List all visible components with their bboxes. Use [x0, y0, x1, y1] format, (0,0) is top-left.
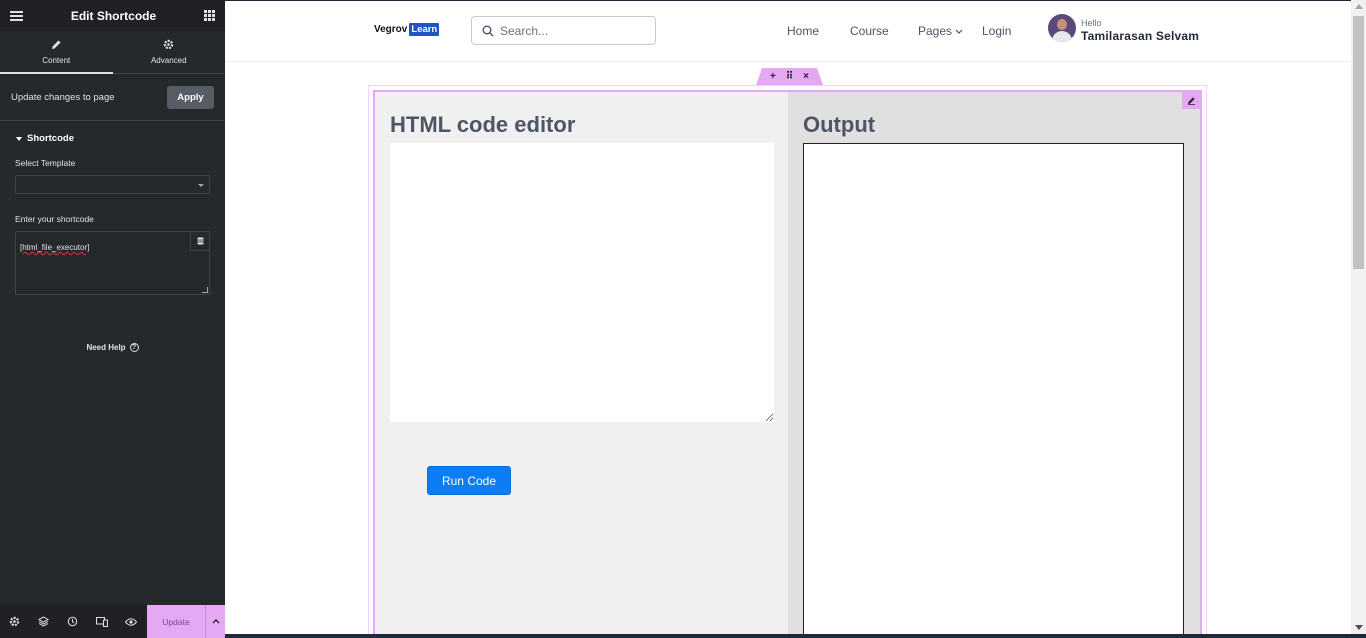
search-icon	[482, 25, 494, 36]
scroll-up-arrow-icon[interactable]	[1355, 4, 1363, 9]
eye-icon	[124, 617, 137, 626]
apply-button[interactable]: Apply	[167, 85, 214, 109]
history-icon	[67, 616, 78, 627]
panel-title: Edit Shortcode	[70, 8, 157, 23]
update-button[interactable]: Update	[147, 605, 205, 638]
widgets-grid-icon[interactable]	[204, 10, 215, 21]
user-name[interactable]: Tamilarasan Selvam	[1081, 29, 1199, 43]
apply-row: Update changes to page Apply	[0, 74, 225, 120]
shortcode-label: Enter your shortcode	[15, 214, 94, 224]
edit-widget-button[interactable]	[1182, 91, 1200, 109]
preview-button[interactable]	[116, 605, 145, 638]
select-template-dropdown[interactable]	[15, 175, 210, 194]
chevron-down-icon	[955, 29, 963, 34]
dynamic-tags-button[interactable]	[190, 232, 209, 251]
settings-button[interactable]	[0, 605, 29, 638]
hamburger-menu-icon[interactable]	[10, 10, 23, 21]
question-icon: ?	[129, 343, 139, 352]
pencil-icon	[51, 40, 61, 49]
need-help-link[interactable]: Need Help ?	[0, 343, 225, 352]
nav-pages[interactable]: Pages	[918, 24, 963, 38]
panel-tabs: Content Advanced	[0, 31, 225, 74]
shortcode-value: [html_file_executor]	[20, 243, 90, 252]
settings-gear-icon	[9, 616, 20, 627]
apply-row-label: Update changes to page	[11, 91, 115, 103]
database-icon	[197, 237, 203, 245]
logo-badge: Learn	[409, 23, 440, 36]
section-handle[interactable]: + ⠿ ×	[756, 68, 823, 85]
tab-advanced-label: Advanced	[150, 56, 187, 65]
search-box	[471, 16, 656, 45]
tab-advanced[interactable]: Advanced	[113, 31, 226, 73]
nav-home[interactable]: Home	[787, 24, 819, 38]
devices-icon	[95, 616, 108, 627]
update-options-button[interactable]	[205, 605, 225, 638]
tab-content-label: Content	[42, 56, 71, 65]
avatar[interactable]	[1048, 14, 1076, 42]
chevron-up-icon	[212, 619, 219, 624]
bottom-strip	[225, 634, 1366, 638]
widget-outline	[373, 90, 1202, 634]
panel-header: Edit Shortcode	[0, 0, 225, 31]
layers-icon	[38, 616, 49, 627]
logo-text: Vegrov	[374, 24, 408, 35]
user-greeting: Hello	[1081, 18, 1102, 28]
add-section-icon[interactable]: +	[770, 72, 776, 82]
nav-pages-label: Pages	[918, 24, 953, 38]
responsive-mode-button[interactable]	[87, 605, 116, 638]
site-logo[interactable]: Vegrov Learn	[374, 23, 440, 36]
drag-section-icon[interactable]: ⠿	[786, 72, 793, 82]
delete-section-icon[interactable]: ×	[803, 72, 809, 82]
search-input[interactable]	[500, 23, 640, 38]
site-header: Vegrov Learn Home Course Pages Login Hel…	[225, 1, 1351, 62]
navigator-button[interactable]	[29, 605, 58, 638]
gear-icon	[164, 39, 174, 50]
panel-footer: Update	[0, 605, 225, 638]
caret-down-icon	[16, 136, 22, 141]
editor-panel: Edit Shortcode Content Advanced Update c…	[0, 0, 225, 638]
pencil-icon	[1187, 96, 1195, 105]
section-title: Shortcode	[27, 133, 74, 144]
nav-course[interactable]: Course	[850, 24, 889, 38]
select-template-label: Select Template	[15, 158, 76, 168]
page-preview: Vegrov Learn Home Course Pages Login Hel…	[225, 0, 1351, 634]
history-button[interactable]	[58, 605, 87, 638]
shortcode-textarea[interactable]: [html_file_executor]	[15, 231, 210, 295]
nav-login[interactable]: Login	[982, 24, 1011, 38]
page-scrollbar[interactable]	[1351, 0, 1366, 634]
resize-grip-icon[interactable]	[202, 287, 208, 293]
scroll-thumb[interactable]	[1353, 16, 1364, 269]
need-help-label: Need Help	[86, 343, 126, 352]
section-toggle-shortcode[interactable]: Shortcode	[0, 120, 225, 156]
scroll-down-arrow-icon[interactable]	[1355, 625, 1363, 630]
tab-content[interactable]: Content	[0, 31, 113, 74]
